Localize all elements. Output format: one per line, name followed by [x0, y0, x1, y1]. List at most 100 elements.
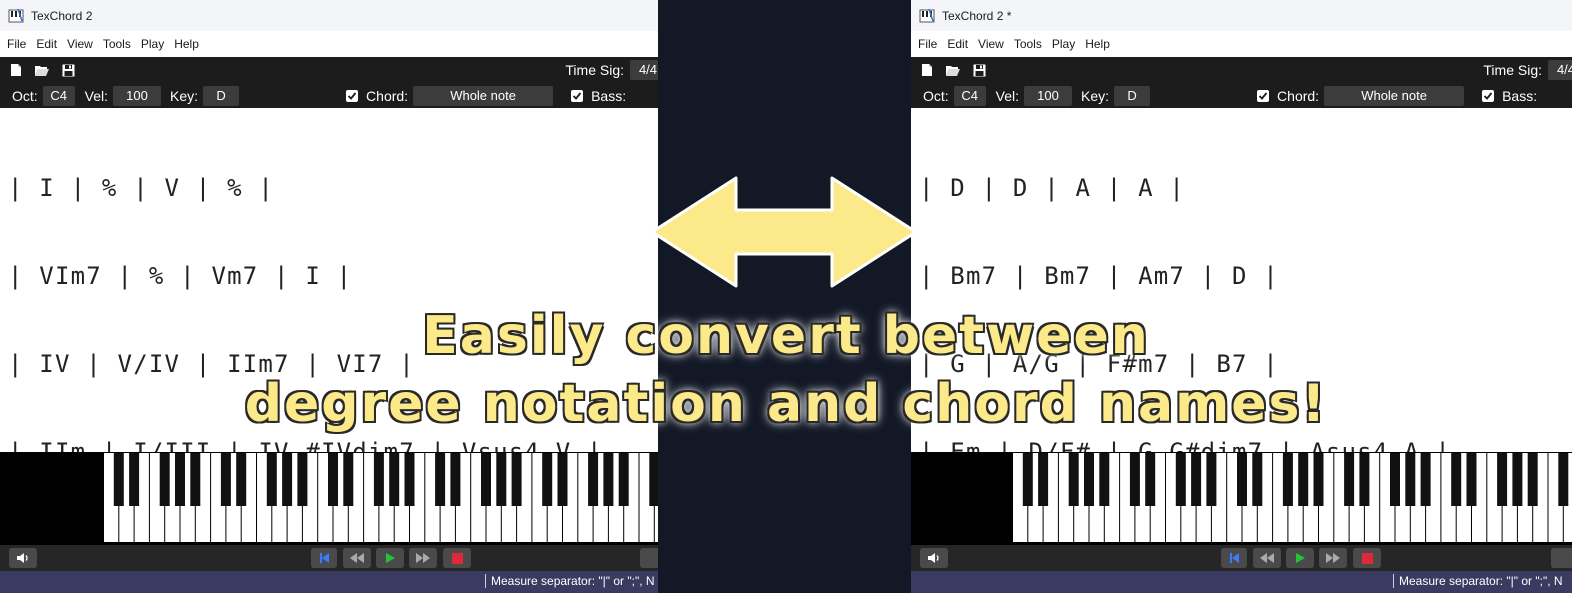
stop-button[interactable]	[443, 548, 471, 568]
black-key[interactable]	[1145, 453, 1156, 506]
black-key[interactable]	[175, 453, 185, 506]
piano-keyboard[interactable]	[911, 452, 1572, 545]
black-key[interactable]	[1420, 453, 1431, 506]
menu-tools[interactable]: Tools	[1009, 37, 1047, 51]
menu-play[interactable]: Play	[136, 37, 169, 51]
black-key[interactable]	[266, 453, 277, 506]
black-key[interactable]	[450, 453, 461, 506]
black-key[interactable]	[557, 453, 568, 506]
chord-checkbox[interactable]	[1257, 89, 1270, 102]
volume-button[interactable]	[9, 548, 37, 568]
bass-checkbox[interactable]	[571, 89, 584, 102]
skip-start-button[interactable]	[311, 548, 337, 568]
black-key[interactable]	[343, 453, 354, 506]
black-key[interactable]	[1512, 453, 1523, 506]
black-key[interactable]	[1068, 453, 1079, 506]
black-key[interactable]	[236, 453, 247, 506]
black-key[interactable]	[1038, 453, 1049, 506]
stop-button[interactable]	[1353, 548, 1381, 568]
save-button[interactable]	[969, 60, 989, 80]
play-button[interactable]	[376, 548, 404, 568]
save-button[interactable]	[58, 60, 78, 80]
menu-file[interactable]: File	[2, 37, 31, 51]
black-key[interactable]	[1237, 453, 1247, 506]
black-key[interactable]	[496, 453, 507, 506]
volume-button[interactable]	[920, 548, 948, 568]
black-key[interactable]	[404, 453, 415, 506]
black-key[interactable]	[220, 453, 231, 506]
black-key[interactable]	[1344, 453, 1355, 506]
transport-extra-button[interactable]	[1551, 548, 1572, 568]
black-key[interactable]	[328, 453, 338, 506]
black-key[interactable]	[159, 453, 170, 506]
piano-keyboard[interactable]	[0, 452, 658, 545]
black-key[interactable]	[1497, 453, 1508, 506]
rewind-button[interactable]	[1253, 548, 1281, 568]
new-file-button[interactable]	[6, 60, 26, 80]
black-key[interactable]	[1466, 453, 1477, 506]
black-key[interactable]	[511, 453, 522, 506]
open-folder-button[interactable]	[32, 60, 52, 80]
fast-forward-button[interactable]	[1319, 548, 1347, 568]
menu-view[interactable]: View	[973, 37, 1009, 51]
black-key[interactable]	[1298, 453, 1309, 506]
black-key[interactable]	[1129, 453, 1140, 506]
vel-field[interactable]: 100	[113, 85, 162, 106]
black-key[interactable]	[1252, 453, 1263, 506]
key-field[interactable]: D	[1114, 85, 1151, 106]
black-key[interactable]	[282, 453, 293, 506]
black-key[interactable]	[481, 453, 491, 506]
new-file-button[interactable]	[917, 60, 937, 80]
key-field[interactable]: D	[203, 85, 240, 106]
black-key[interactable]	[435, 453, 446, 506]
oct-field[interactable]: C4	[953, 85, 986, 106]
black-key[interactable]	[1022, 453, 1033, 506]
black-key[interactable]	[649, 453, 658, 506]
black-key[interactable]	[603, 453, 614, 506]
oct-field[interactable]: C4	[42, 85, 75, 106]
black-key[interactable]	[1527, 453, 1538, 506]
menu-play[interactable]: Play	[1047, 37, 1080, 51]
black-key[interactable]	[1451, 453, 1462, 506]
skip-start-button[interactable]	[1221, 548, 1247, 568]
transport-extra-button[interactable]	[640, 548, 658, 568]
menu-help[interactable]: Help	[1080, 37, 1115, 51]
black-key[interactable]	[373, 453, 384, 506]
time-sig-field[interactable]: 4/4	[1548, 60, 1572, 80]
play-button[interactable]	[1286, 548, 1314, 568]
black-key[interactable]	[389, 453, 400, 506]
black-key[interactable]	[1282, 453, 1293, 506]
menu-file[interactable]: File	[913, 37, 942, 51]
black-key[interactable]	[1191, 453, 1202, 506]
chord-duration-field[interactable]: Whole note	[413, 85, 554, 106]
black-key[interactable]	[1313, 453, 1324, 506]
menu-help[interactable]: Help	[169, 37, 204, 51]
black-key[interactable]	[588, 453, 599, 506]
open-folder-button[interactable]	[943, 60, 963, 80]
black-key[interactable]	[129, 453, 140, 506]
black-key[interactable]	[1099, 453, 1110, 506]
fast-forward-button[interactable]	[409, 548, 437, 568]
time-sig-field[interactable]: 4/4	[630, 60, 658, 80]
black-key[interactable]	[113, 453, 124, 506]
black-key[interactable]	[297, 453, 308, 506]
black-key[interactable]	[1390, 453, 1400, 506]
menu-edit[interactable]: Edit	[31, 37, 62, 51]
black-key[interactable]	[1084, 453, 1094, 506]
black-key[interactable]	[1175, 453, 1186, 506]
chord-duration-field[interactable]: Whole note	[1324, 85, 1465, 106]
black-key[interactable]	[618, 453, 629, 506]
black-key[interactable]	[1206, 453, 1217, 506]
black-key[interactable]	[1405, 453, 1416, 506]
rewind-button[interactable]	[343, 548, 371, 568]
black-key[interactable]	[1359, 453, 1370, 506]
chord-checkbox[interactable]	[346, 89, 359, 102]
black-key[interactable]	[190, 453, 201, 506]
menu-view[interactable]: View	[62, 37, 98, 51]
menu-tools[interactable]: Tools	[98, 37, 136, 51]
vel-field[interactable]: 100	[1024, 85, 1073, 106]
bass-checkbox[interactable]	[1482, 89, 1495, 102]
black-key[interactable]	[1558, 453, 1569, 506]
menu-edit[interactable]: Edit	[942, 37, 973, 51]
black-key[interactable]	[542, 453, 553, 506]
